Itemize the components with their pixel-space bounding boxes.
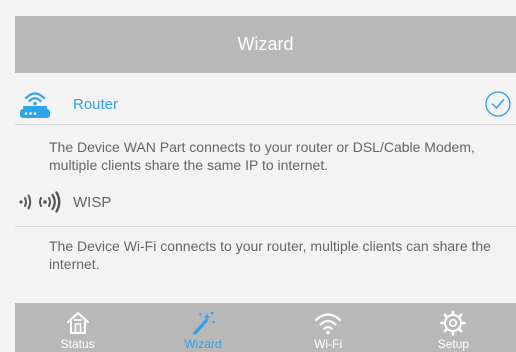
option-description-router: The Device WAN Part connects to your rou… bbox=[49, 139, 475, 173]
tab-status[interactable]: Status bbox=[15, 303, 140, 352]
home-icon bbox=[65, 310, 91, 336]
tab-label-wifi: Wi-Fi bbox=[314, 337, 343, 351]
option-label-router: Router bbox=[73, 95, 119, 113]
tab-setup[interactable]: Setup bbox=[391, 303, 516, 352]
tab-label-wizard: Wizard bbox=[184, 337, 222, 351]
router-icon bbox=[17, 84, 53, 124]
option-label-wisp: WISP bbox=[73, 193, 112, 211]
divider bbox=[15, 124, 516, 125]
page-title: Wizard bbox=[237, 34, 294, 54]
wifi-icon bbox=[313, 310, 343, 336]
tab-label-status: Status bbox=[60, 337, 95, 351]
option-router[interactable]: Router bbox=[15, 84, 516, 124]
option-description-wisp: The Device Wi-Fi connects to your router… bbox=[49, 238, 491, 272]
check-circle-icon bbox=[485, 91, 511, 117]
tab-wizard[interactable]: Wizard bbox=[140, 303, 265, 352]
gear-icon bbox=[440, 310, 467, 336]
tab-wifi[interactable]: Wi-Fi bbox=[266, 303, 391, 352]
page-header: Wizard bbox=[15, 16, 516, 73]
divider bbox=[15, 226, 516, 227]
magic-wand-icon bbox=[190, 310, 216, 336]
wireless-signal-icon bbox=[17, 182, 63, 222]
tab-label-setup: Setup bbox=[437, 337, 470, 351]
option-wisp[interactable]: WISP bbox=[15, 182, 516, 222]
bottom-tab-bar: Status Wizard Wi-Fi Setup bbox=[15, 303, 516, 352]
